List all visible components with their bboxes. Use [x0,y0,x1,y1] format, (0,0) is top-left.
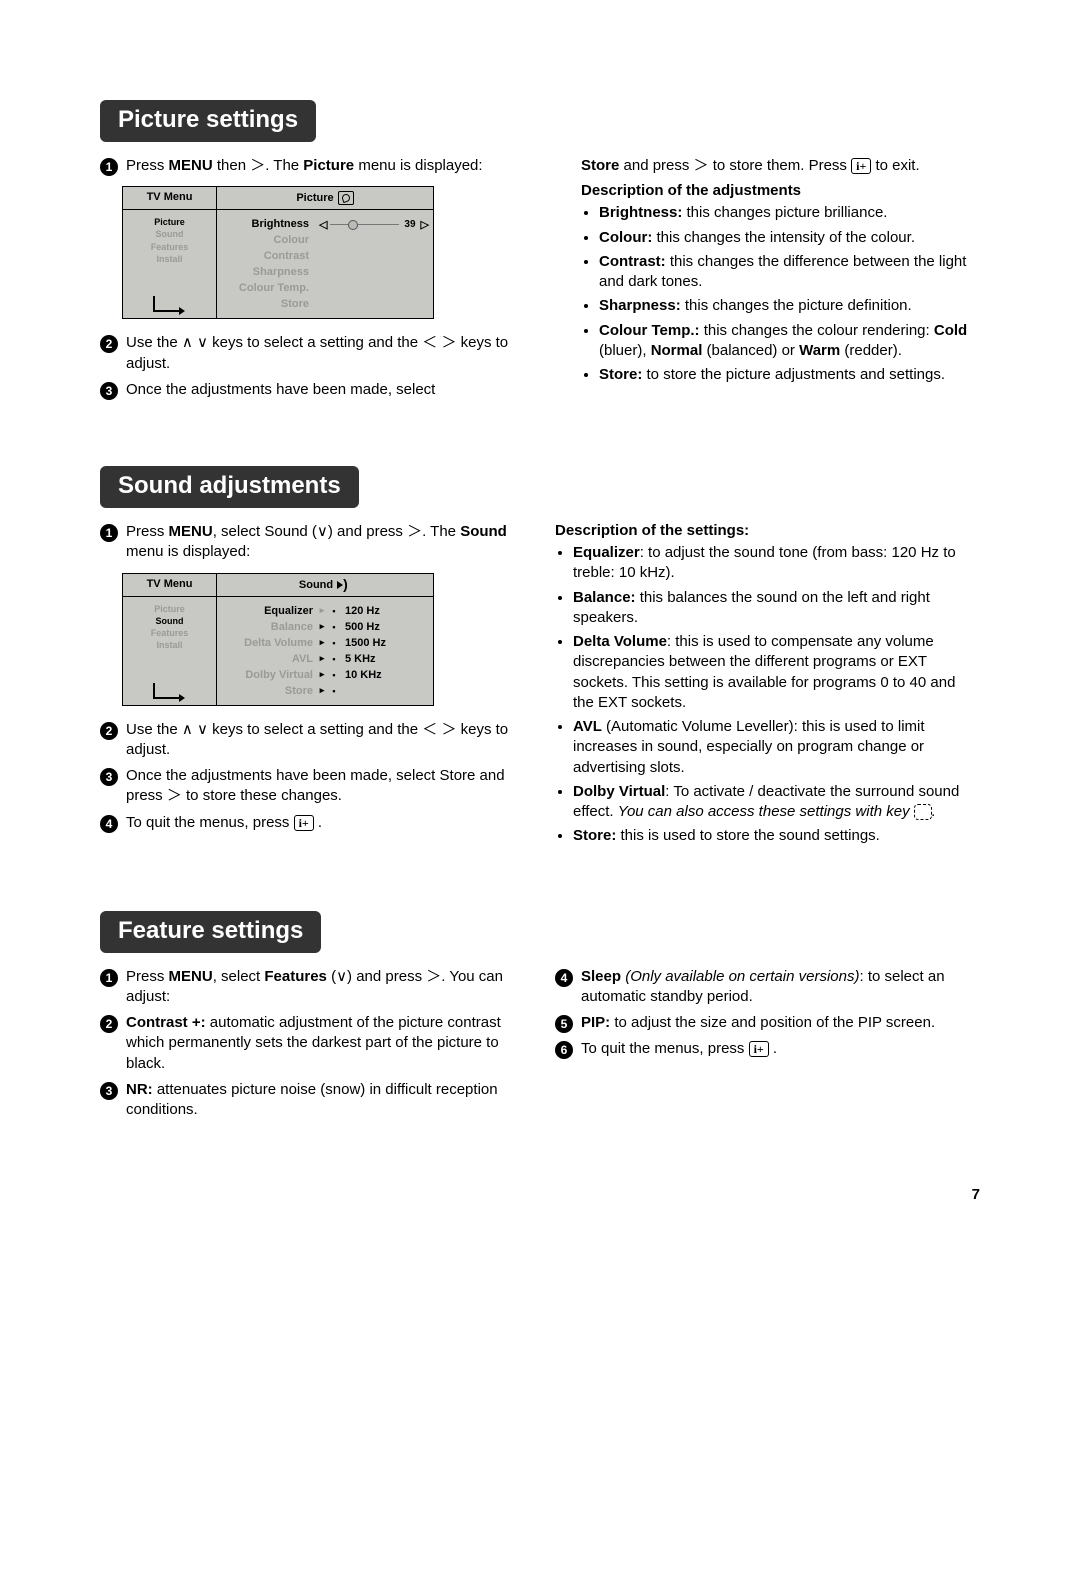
step-3-bullet: 3 [100,768,118,786]
step-4-bullet: 4 [555,969,573,987]
picture-desc-heading: Description of the adjustments [581,182,980,199]
sound-desc-list: Equalizer: to adjust the sound tone (fro… [555,543,980,847]
picture-settings-header: Picture settings [100,100,316,142]
step-3-bullet: 3 [100,1082,118,1100]
feature-step-3: NR: attenuates picture noise (snow) in d… [126,1080,525,1121]
exit-key-icon: i+ [749,1041,769,1057]
feature-left-col: 1 Press MENU, select Features (∨) and pr… [100,967,525,1127]
picture-right-col: Store and press ＞ to store them. Press i… [555,156,980,406]
menu-left-panel: Picture Sound Features Install [123,596,217,705]
step-5-bullet: 5 [555,1015,573,1033]
picture-step-3-cont: Store and press ＞ to store them. Press i… [581,156,980,176]
step-4-bullet: 4 [100,815,118,833]
step-3-bullet: 3 [100,382,118,400]
sound-icon [337,578,351,592]
feature-step-5: PIP: to adjust the size and position of … [581,1013,980,1033]
surround-key-icon [914,804,932,820]
step-2-bullet: 2 [100,722,118,740]
brightness-slider: ◁ 39▷ [315,218,429,231]
sound-left-col: 1 Press MENU, select Sound (∨) and press… [100,522,525,851]
step-1-bullet: 1 [100,158,118,176]
sound-step-3: Once the adjustments have been made, sel… [126,766,525,807]
picture-step-3: Once the adjustments have been made, sel… [126,380,525,400]
feature-step-6: To quit the menus, press i+ . [581,1039,980,1059]
arrow-connector-icon [153,296,183,312]
feature-step-4: Sleep (Only available on certain version… [581,967,980,1008]
menu-left-panel: Picture Sound Features Install [123,209,217,318]
picture-desc-list: Brightness: this changes picture brillia… [581,203,980,385]
picture-step-1: Press MENU then ＞. The Picture menu is d… [126,156,525,176]
picture-step-2: Use the ∧ ∨ keys to select a setting and… [126,333,525,374]
menu-right-panel: Equalizer▸•120 Hz Balance▸•500 Hz Delta … [217,596,433,705]
menu-picture-title: Picture [217,187,433,209]
step-2-bullet: 2 [100,335,118,353]
step-1-bullet: 1 [100,969,118,987]
menu-tv-menu-label: TV Menu [123,574,217,596]
sound-step-2: Use the ∧ ∨ keys to select a setting and… [126,720,525,761]
feature-settings-section: Feature settings 1 Press MENU, select Fe… [100,911,980,1127]
feature-right-col: 4 Sleep (Only available on certain versi… [555,967,980,1127]
feature-step-2: Contrast +: automatic adjustment of the … [126,1013,525,1074]
picture-left-col: 1 Press MENU then ＞. The Picture menu is… [100,156,525,406]
sound-desc-heading: Description of the settings: [555,522,980,539]
picture-icon [338,191,354,205]
sound-step-1: Press MENU, select Sound (∨) and press ＞… [126,522,525,563]
sound-menu-screenshot: TV Menu Sound Picture Sound Features Ins… [122,573,434,706]
menu-sound-title: Sound [217,574,433,596]
page-number: 7 [100,1186,980,1203]
picture-menu-screenshot: TV Menu Picture Picture Sound Features I… [122,186,434,319]
step-6-bullet: 6 [555,1041,573,1059]
sound-right-col: Description of the settings: Equalizer: … [555,522,980,851]
step-1-bullet: 1 [100,524,118,542]
sound-adjustments-header: Sound adjustments [100,466,359,508]
step-2-bullet: 2 [100,1015,118,1033]
sound-adjustments-section: Sound adjustments 1 Press MENU, select S… [100,466,980,851]
picture-settings-section: Picture settings 1 Press MENU then ＞. Th… [100,100,980,406]
exit-key-icon: i+ [851,158,871,174]
arrow-connector-icon [153,683,183,699]
exit-key-icon: i+ [294,815,314,831]
sound-step-4: To quit the menus, press i+ . [126,813,525,833]
menu-tv-menu-label: TV Menu [123,187,217,209]
menu-right-panel: Brightness ◁ 39▷ Colour Contrast Sharpne… [217,209,433,318]
feature-step-1: Press MENU, select Features (∨) and pres… [126,967,525,1008]
feature-settings-header: Feature settings [100,911,321,953]
